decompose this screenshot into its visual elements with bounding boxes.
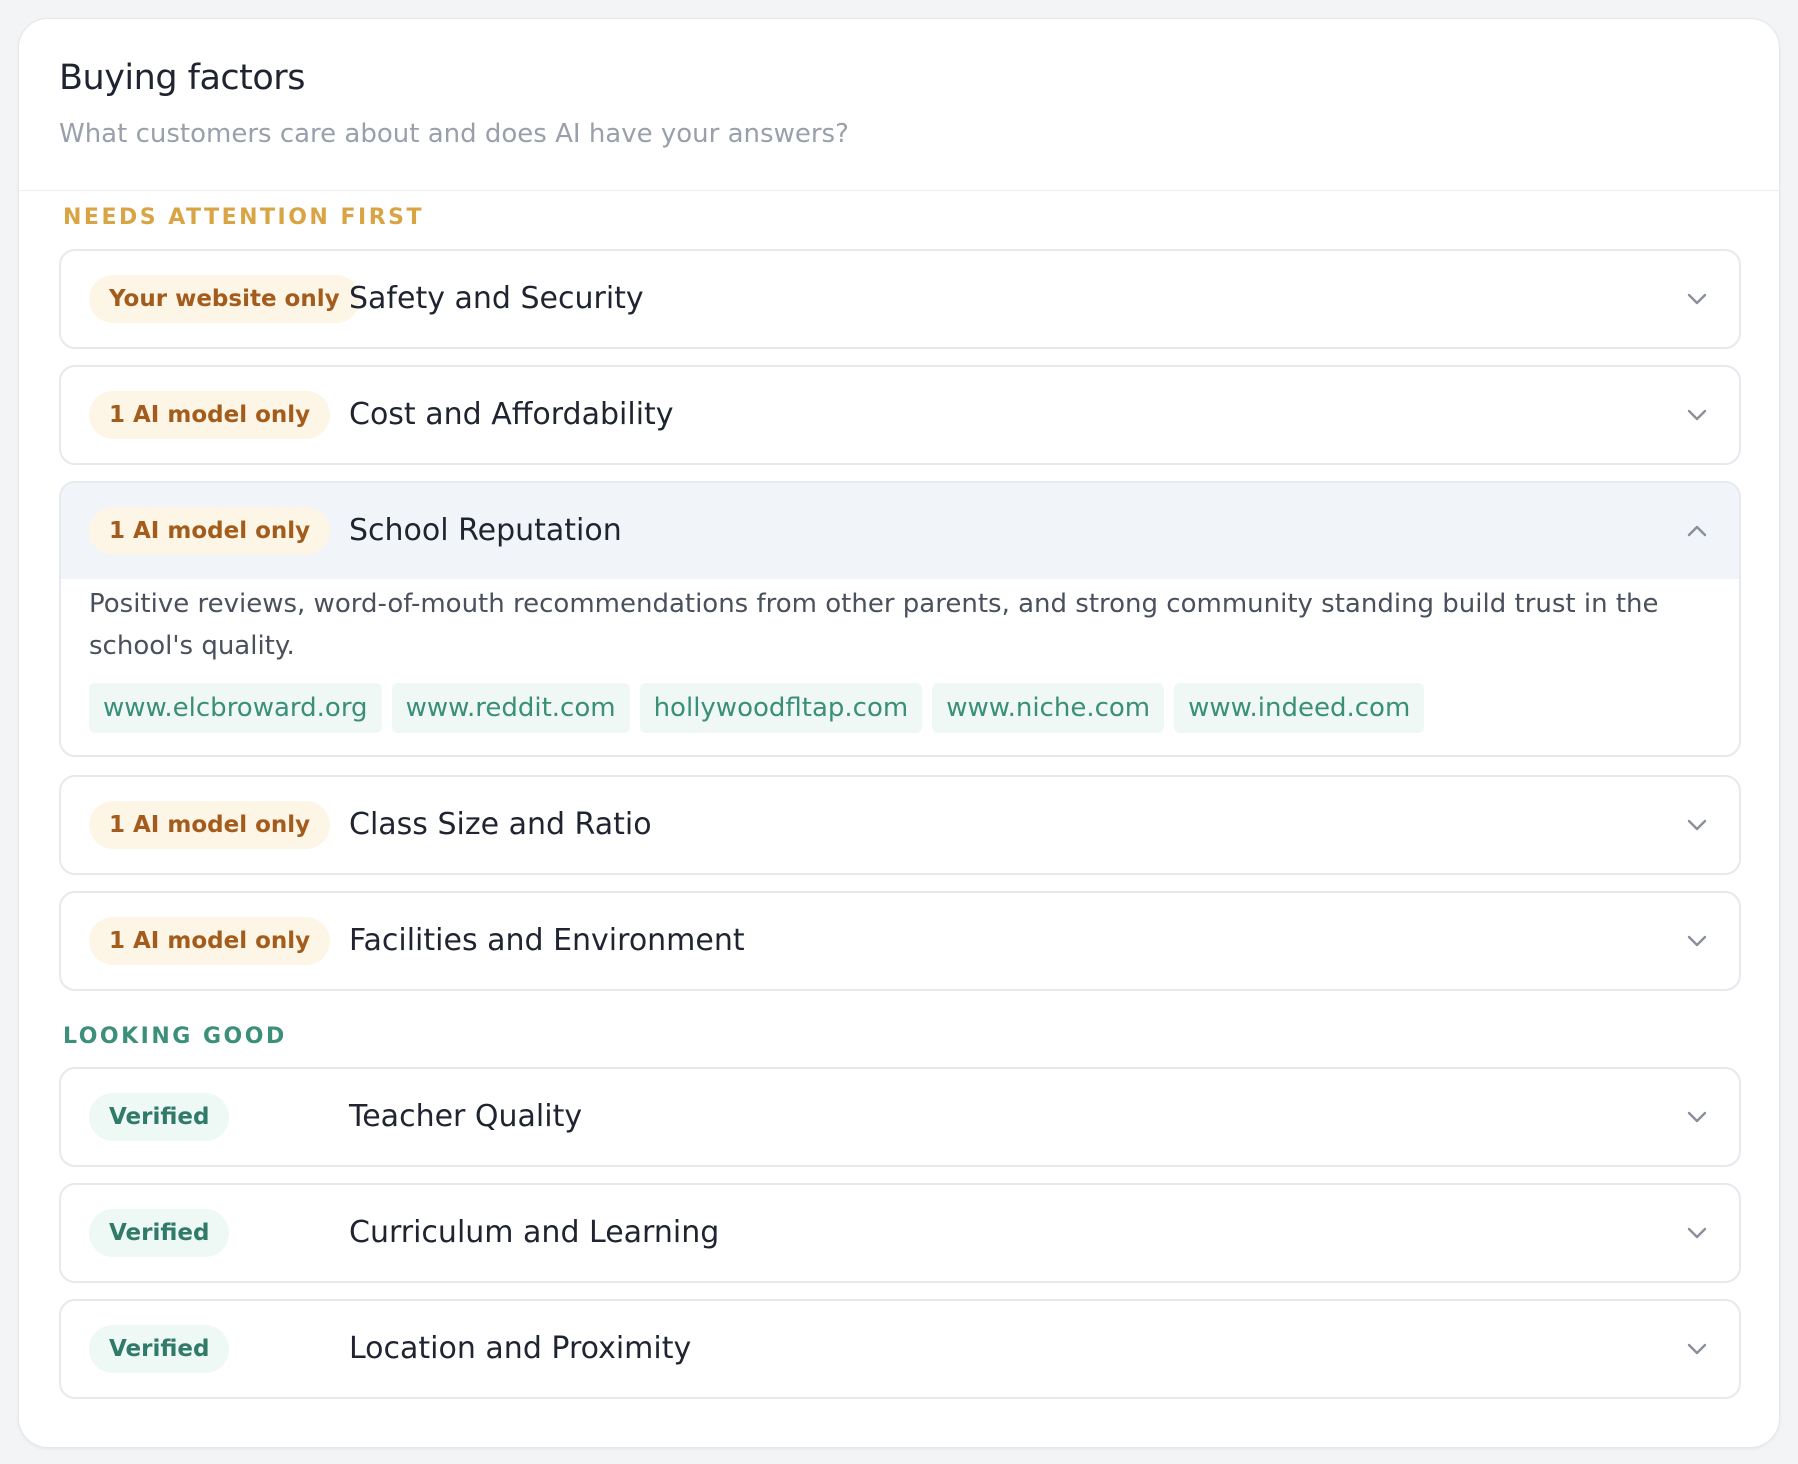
status-badge: Your website only [89, 275, 360, 323]
status-badge: Verified [89, 1093, 230, 1141]
factor-title: Cost and Affordability [349, 397, 674, 432]
source-link[interactable]: hollywoodfltap.com [639, 683, 923, 733]
chevron-down-icon[interactable] [1683, 401, 1711, 429]
status-badge: 1 AI model only [89, 391, 331, 439]
factor-title: Location and Proximity [349, 1331, 692, 1366]
card-title: Buying factors [59, 58, 305, 98]
factor-title: Teacher Quality [349, 1099, 583, 1134]
factor-title: School Reputation [349, 513, 622, 548]
factor-row[interactable]: Verified Teacher Quality [59, 1067, 1741, 1167]
status-badge: Verified [89, 1325, 230, 1373]
buying-factors-card: Buying factors What customers care about… [18, 18, 1780, 1448]
factor-title: Class Size and Ratio [349, 807, 652, 842]
source-link[interactable]: www.reddit.com [391, 683, 630, 733]
source-link[interactable]: www.elcbroward.org [89, 683, 382, 733]
factor-row[interactable]: 1 AI model only Cost and Affordability [59, 365, 1741, 465]
chevron-down-icon[interactable] [1683, 1335, 1711, 1363]
factor-row-header[interactable]: 1 AI model only Facilities and Environme… [61, 893, 1739, 989]
factor-row-header[interactable]: 1 AI model only School Reputation [61, 483, 1739, 579]
factor-title: Safety and Security [349, 281, 644, 316]
section-label-needs-attention: NEEDS ATTENTION FIRST [63, 205, 424, 230]
status-badge: 1 AI model only [89, 801, 331, 849]
card-header: Buying factors What customers care about… [19, 19, 1779, 191]
factor-row-expanded[interactable]: 1 AI model only School Reputation Positi… [59, 481, 1741, 757]
factor-row[interactable]: Your website only Safety and Security [59, 249, 1741, 349]
factor-row-header[interactable]: Verified Teacher Quality [61, 1069, 1739, 1165]
source-link[interactable]: www.indeed.com [1174, 683, 1425, 733]
chevron-down-icon[interactable] [1683, 811, 1711, 839]
chevron-down-icon[interactable] [1683, 1103, 1711, 1131]
factor-row[interactable]: 1 AI model only Facilities and Environme… [59, 891, 1741, 991]
status-badge: 1 AI model only [89, 917, 331, 965]
factor-description: Positive reviews, word-of-mouth recommen… [89, 589, 1659, 661]
card-subtitle: What customers care about and does AI ha… [59, 119, 849, 149]
section-label-looking-good: LOOKING GOOD [63, 1024, 287, 1049]
factor-row-header[interactable]: 1 AI model only Cost and Affordability [61, 367, 1739, 463]
factor-row-header[interactable]: 1 AI model only Class Size and Ratio [61, 777, 1739, 873]
source-link[interactable]: www.niche.com [932, 683, 1165, 733]
factor-row[interactable]: Verified Location and Proximity [59, 1299, 1741, 1399]
factor-row-header[interactable]: Verified Location and Proximity [61, 1301, 1739, 1397]
factor-row[interactable]: 1 AI model only Class Size and Ratio [59, 775, 1741, 875]
factor-details: Positive reviews, word-of-mouth recommen… [61, 579, 1739, 733]
factor-row-header[interactable]: Your website only Safety and Security [61, 251, 1739, 347]
factor-title: Curriculum and Learning [349, 1215, 720, 1250]
source-links: www.elcbroward.org www.reddit.com hollyw… [89, 683, 1711, 733]
status-badge: Verified [89, 1209, 230, 1257]
chevron-up-icon[interactable] [1683, 517, 1711, 545]
status-badge: 1 AI model only [89, 507, 331, 555]
chevron-down-icon[interactable] [1683, 285, 1711, 313]
factor-row[interactable]: Verified Curriculum and Learning [59, 1183, 1741, 1283]
factor-row-header[interactable]: Verified Curriculum and Learning [61, 1185, 1739, 1281]
chevron-down-icon[interactable] [1683, 1219, 1711, 1247]
factor-title: Facilities and Environment [349, 923, 745, 958]
chevron-down-icon[interactable] [1683, 927, 1711, 955]
